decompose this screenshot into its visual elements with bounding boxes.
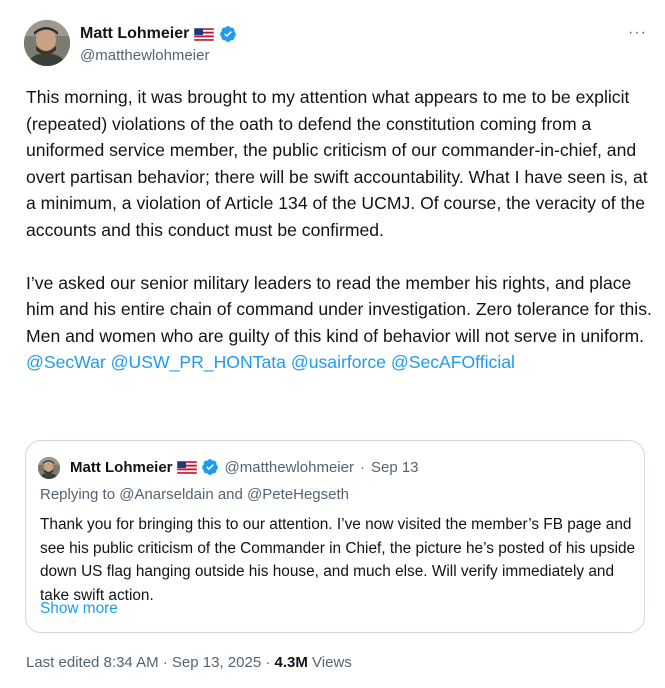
more-options-icon[interactable]: ···	[628, 24, 647, 42]
reply-user-petehegseth[interactable]: @PeteHegseth	[247, 486, 349, 503]
show-more-link[interactable]: Show more	[40, 600, 118, 618]
quote-date[interactable]: Sep 13	[371, 459, 419, 476]
tweet-body: This morning, it was brought to my atten…	[26, 84, 654, 376]
us-flag-icon	[176, 460, 197, 474]
author-display-name[interactable]: Matt Lohmeier	[80, 25, 189, 43]
quote-separator: ·	[359, 458, 365, 476]
quote-replying-to: Replying to @Anarseldain and @PeteHegset…	[40, 486, 349, 503]
replying-to-label: Replying to	[40, 486, 120, 503]
quoted-tweet[interactable]: Matt Lohmeier @matthewlohmeier · Sep 13 …	[25, 440, 645, 633]
mention-secwar[interactable]: @SecWar	[26, 352, 106, 372]
tweet-paragraph-2: I’ve asked our senior military leaders t…	[26, 270, 654, 376]
tweet: Matt Lohmeier @matthewlohmeier ··· This …	[0, 0, 665, 688]
footer-separator: ·	[261, 654, 275, 671]
mention-secafofficial[interactable]: @SecAFOfficial	[391, 352, 515, 372]
author-name-row: Matt Lohmeier	[80, 25, 237, 43]
verified-badge-icon	[201, 458, 219, 476]
avatar[interactable]	[24, 20, 70, 66]
reply-user-anarseldain[interactable]: @Anarseldain	[119, 486, 213, 503]
quote-text: Thank you for bringing this to our atten…	[40, 516, 636, 604]
author-handle[interactable]: @matthewlohmeier	[80, 47, 209, 64]
tweet-paragraph-2-text: I’ve asked our senior military leaders t…	[26, 272, 652, 346]
verified-badge-icon[interactable]	[219, 25, 237, 43]
tweet-footer: Last edited 8:34 AM · Sep 13, 2025 · 4.3…	[26, 654, 352, 671]
mention-usw-pr-hontata[interactable]: @USW_PR_HONTata	[111, 352, 286, 372]
mention-usairforce[interactable]: @usairforce	[291, 352, 386, 372]
us-flag-icon	[194, 27, 215, 41]
quote-header: Matt Lohmeier @matthewlohmeier · Sep 13	[70, 458, 419, 476]
views-label: Views	[307, 654, 352, 671]
quote-handle: @matthewlohmeier	[224, 458, 354, 476]
quote-avatar[interactable]	[38, 457, 60, 479]
views-count: 4.3M	[274, 654, 308, 671]
reply-and-label: and	[213, 486, 248, 503]
edited-timestamp[interactable]: Last edited 8:34 AM · Sep 13, 2025	[26, 654, 261, 671]
tweet-paragraph-1: This morning, it was brought to my atten…	[26, 87, 648, 240]
quote-display-name[interactable]: Matt Lohmeier	[70, 459, 173, 476]
